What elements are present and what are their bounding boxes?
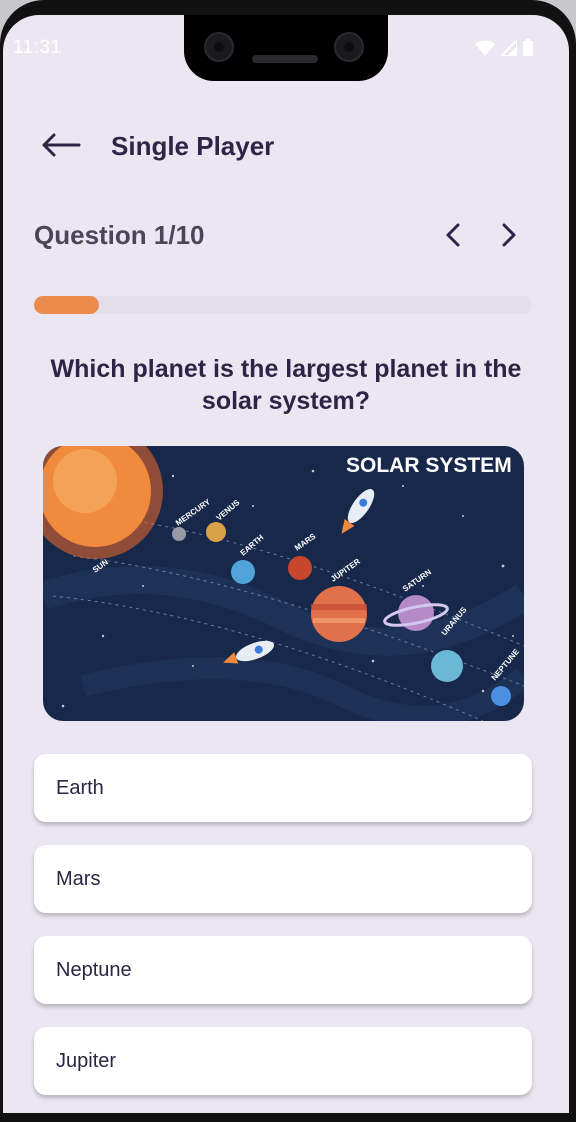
jupiter <box>311 586 367 642</box>
sensor-icon <box>334 32 364 62</box>
app-header: Single Player <box>3 125 569 165</box>
earpiece-speaker <box>252 55 318 63</box>
screen: 11:31 Single Player Question 1/10 Which … <box>3 15 569 1113</box>
mars <box>288 556 312 580</box>
earth <box>231 560 255 584</box>
venus <box>206 522 226 542</box>
phone-frame: 11:31 Single Player Question 1/10 Which … <box>0 0 576 1122</box>
neptune <box>491 686 511 706</box>
answer-option[interactable]: Earth <box>34 754 532 822</box>
uranus <box>431 650 463 682</box>
camera-notch <box>184 15 388 81</box>
answer-option[interactable]: Mars <box>34 845 532 913</box>
arrow-left-icon <box>42 133 81 157</box>
progress-fill <box>34 296 99 314</box>
prev-question-button[interactable] <box>438 218 470 252</box>
signal-icon <box>498 37 518 61</box>
solar-system-illustration: SOLAR SYSTEM SUN MERCURY VENUS EARTH MAR… <box>43 446 524 721</box>
question-text: Which planet is the largest planet in th… <box>50 355 522 415</box>
status-icons <box>475 37 533 61</box>
next-question-button[interactable] <box>492 218 524 252</box>
battery-icon <box>523 39 533 61</box>
chevron-left-icon <box>446 223 460 247</box>
status-time: 11:31 <box>13 37 62 58</box>
mercury <box>172 527 186 541</box>
back-button[interactable] <box>41 127 83 163</box>
question-row: Question 1/10 <box>34 218 534 254</box>
front-camera-icon <box>204 32 234 62</box>
illustration-title: SOLAR SYSTEM <box>346 454 512 477</box>
chevron-right-icon <box>502 223 516 247</box>
page-title: Single Player <box>111 131 275 161</box>
progress-bar <box>34 296 532 314</box>
wifi-icon <box>475 40 495 61</box>
question-counter: Question 1/10 <box>34 220 205 250</box>
answer-option[interactable]: Neptune <box>34 936 532 1004</box>
answer-option[interactable]: Jupiter <box>34 1027 532 1095</box>
